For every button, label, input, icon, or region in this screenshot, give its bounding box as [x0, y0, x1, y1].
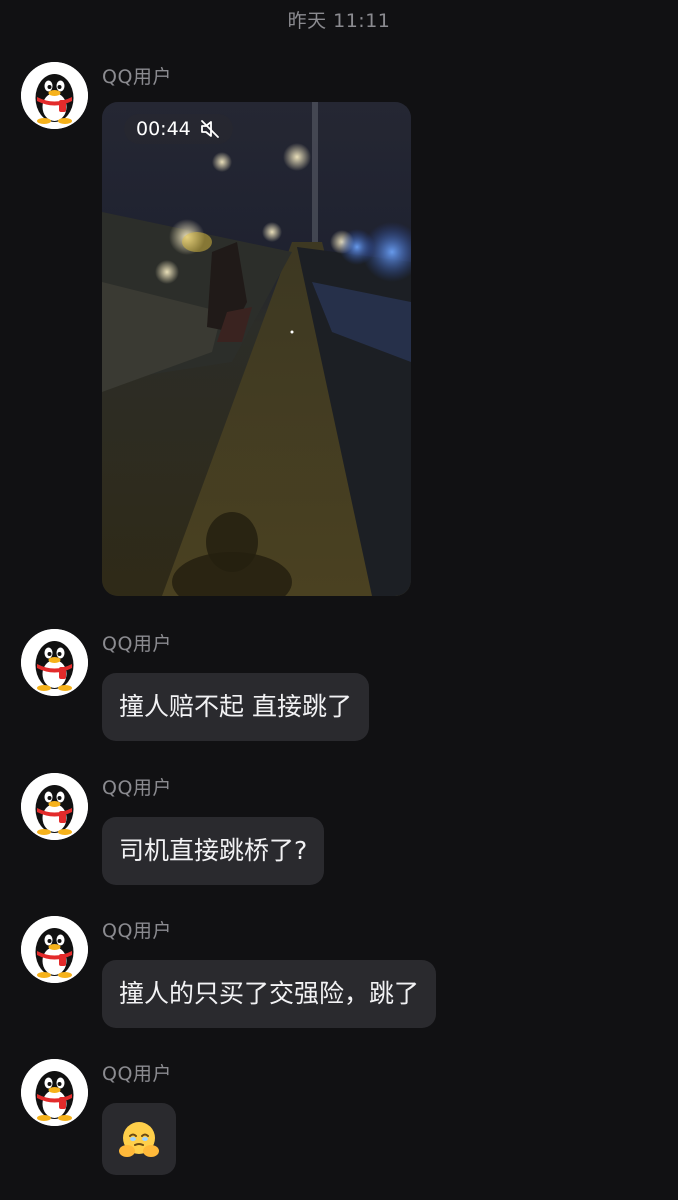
speaker-muted-icon[interactable] — [199, 118, 221, 140]
message-bubble[interactable]: 撞人的只买了交强险，跳了 — [102, 960, 437, 1028]
sender-name: QQ用户 — [102, 920, 172, 942]
avatar[interactable] — [21, 629, 88, 696]
avatar[interactable] — [21, 62, 88, 129]
qq-penguin-icon — [21, 916, 88, 983]
qq-penguin-icon — [21, 773, 88, 840]
video-duration: 00:44 — [136, 118, 191, 140]
qq-penguin-icon — [21, 62, 88, 129]
sender-name: QQ用户 — [102, 1063, 172, 1085]
chat-view: 昨天 11:11 QQ用户 00:44 QQ用户 撞人赔不起 直接跳了 QQ用户… — [0, 0, 678, 1200]
avatar[interactable] — [21, 916, 88, 983]
avatar[interactable] — [21, 773, 88, 840]
qq-penguin-icon — [21, 1059, 88, 1126]
avatar[interactable] — [21, 1059, 88, 1126]
video-thumbnail — [102, 102, 411, 596]
qq-penguin-icon — [21, 629, 88, 696]
message-bubble[interactable]: 司机直接跳桥了? — [102, 817, 325, 885]
message-bubble[interactable]: 撞人赔不起 直接跳了 — [102, 673, 369, 741]
face-holding-back-tears-emoji — [119, 1122, 159, 1157]
sticker-message[interactable] — [102, 1103, 176, 1175]
message-timestamp: 昨天 11:11 — [287, 10, 391, 32]
video-duration-badge: 00:44 — [124, 114, 233, 144]
sender-name: QQ用户 — [102, 777, 172, 799]
video-message[interactable]: 00:44 — [102, 102, 411, 596]
sender-name: QQ用户 — [102, 633, 172, 655]
sender-name: QQ用户 — [102, 66, 172, 88]
